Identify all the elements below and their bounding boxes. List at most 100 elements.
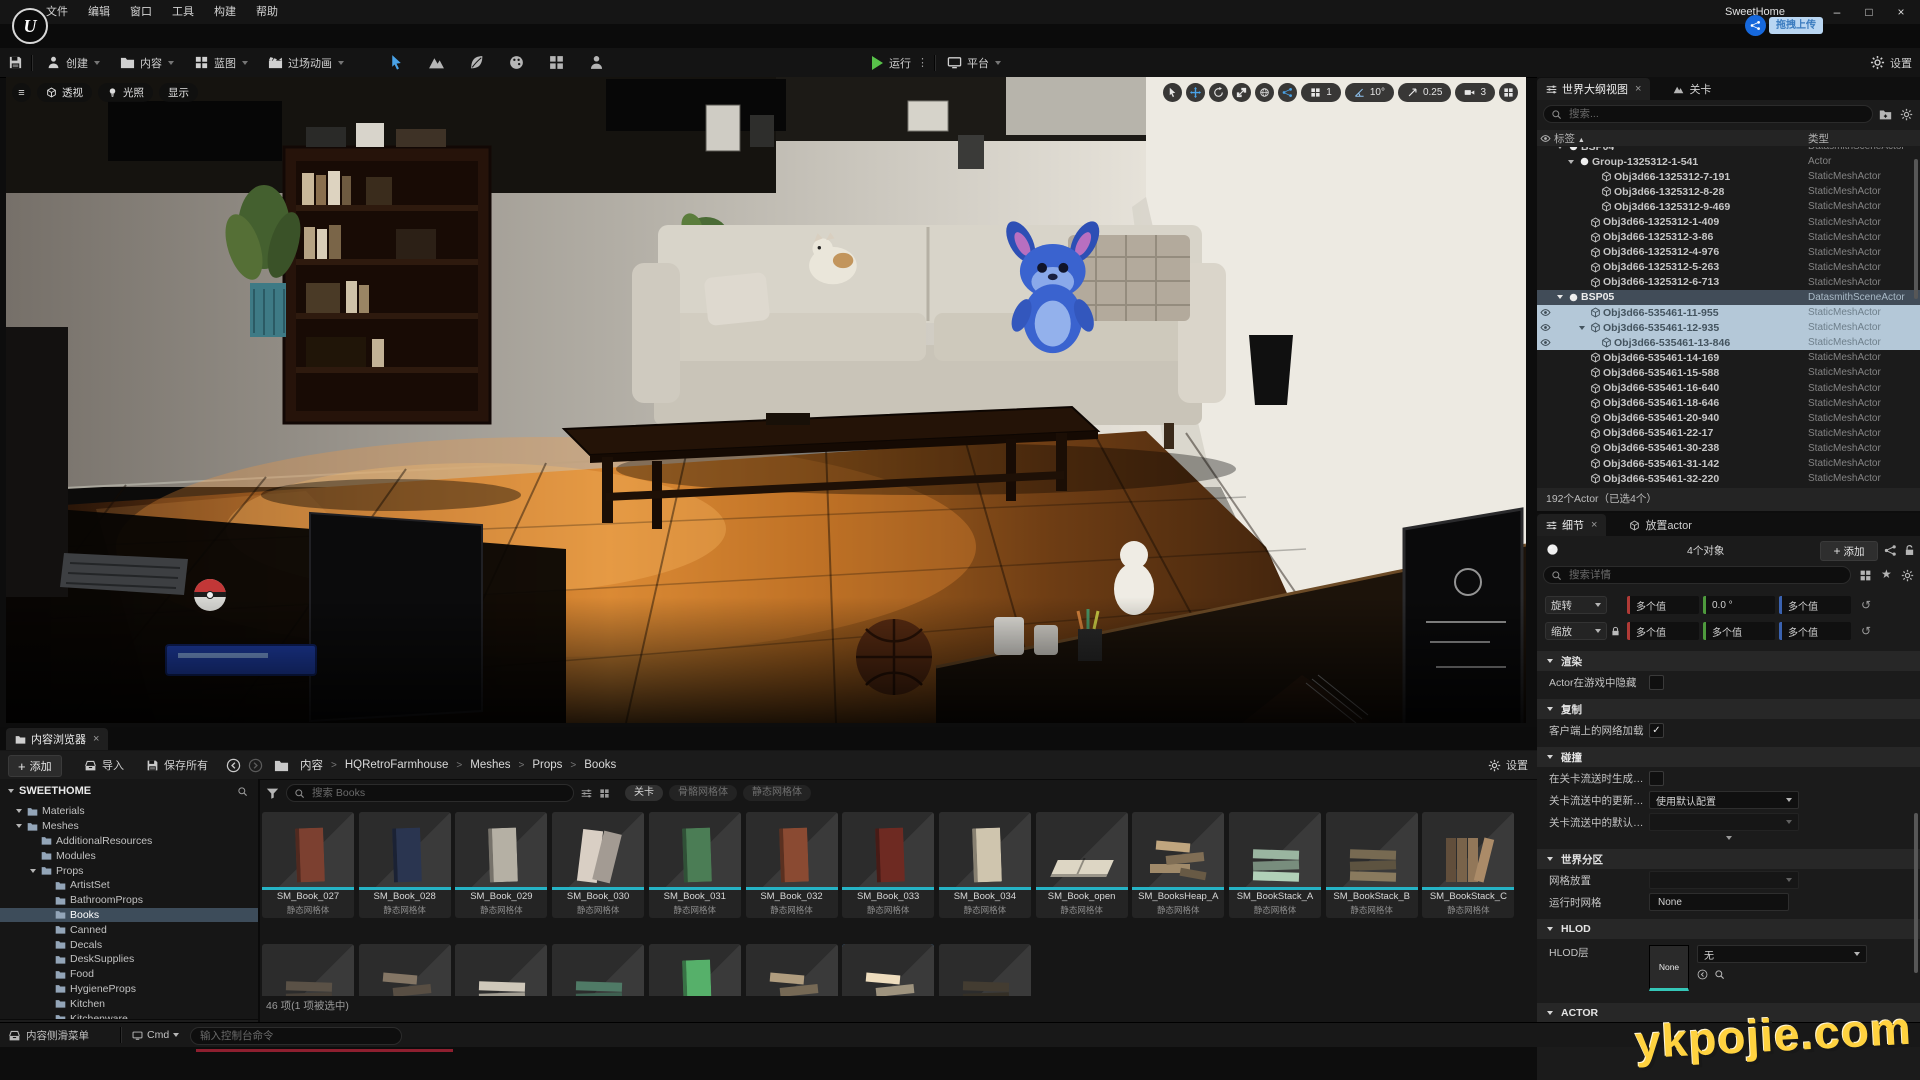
console-input-box[interactable] bbox=[190, 1027, 402, 1045]
upload-extension-badge[interactable]: 拖拽上传 bbox=[1745, 15, 1823, 36]
outliner-row[interactable]: Obj3d66-1325312-3-86StaticMeshActor bbox=[1537, 230, 1920, 245]
display-filter-icon[interactable] bbox=[1859, 569, 1872, 582]
close-tab-icon[interactable]: × bbox=[1591, 519, 1597, 531]
outliner-row[interactable]: Obj3d66-1325312-7-191StaticMeshActor bbox=[1537, 169, 1920, 184]
asset-tile[interactable] bbox=[649, 944, 741, 996]
view-list-icon[interactable] bbox=[581, 788, 592, 799]
scale-tool[interactable] bbox=[1232, 83, 1251, 102]
hlod-layer-dropdown[interactable]: 无 bbox=[1697, 945, 1867, 963]
viewport[interactable]: ≡ 透视 光照 显示 1 10° 0.25 bbox=[6, 77, 1526, 723]
content-button[interactable]: 内容 bbox=[114, 48, 180, 77]
menu-item-5[interactable]: 帮助 bbox=[248, 0, 286, 24]
back-icon[interactable] bbox=[226, 758, 241, 773]
visibility-column-icon[interactable] bbox=[1540, 133, 1551, 144]
hlod-thumbnail[interactable]: None bbox=[1649, 945, 1689, 991]
close-button[interactable]: × bbox=[1886, 1, 1916, 23]
section-header-复制[interactable]: 复制 bbox=[1537, 699, 1920, 719]
tab-details[interactable]: 细节× bbox=[1537, 514, 1606, 536]
outliner-row[interactable]: Obj3d66-535461-12-935StaticMeshActor bbox=[1537, 320, 1920, 335]
close-tab-icon[interactable]: × bbox=[1635, 83, 1641, 95]
asset-tile-SM_Book_028[interactable]: SM_Book_028静态网格体 bbox=[359, 812, 451, 918]
breadcrumb-item-4[interactable]: Books bbox=[584, 759, 616, 771]
rotation-snap-control[interactable]: 10° bbox=[1345, 83, 1394, 102]
maximize-viewport-button[interactable] bbox=[1499, 83, 1518, 102]
transform-axis-selector[interactable]: 缩放 bbox=[1545, 622, 1607, 640]
asset-tile-SM_Book_029[interactable]: SM_Book_029静态网格体 bbox=[455, 812, 547, 918]
asset-tile[interactable] bbox=[552, 944, 644, 996]
maximize-button[interactable]: □ bbox=[1854, 1, 1884, 23]
grid-snap-control[interactable]: 1 bbox=[1301, 83, 1341, 102]
folder-tree-item-bathroomprops[interactable]: BathroomProps bbox=[0, 893, 258, 908]
view-mode-selector[interactable]: 光照 bbox=[98, 83, 153, 102]
scale-snap-control[interactable]: 0.25 bbox=[1398, 83, 1451, 102]
outliner-row[interactable]: Obj3d66-535461-11-955StaticMeshActor bbox=[1537, 305, 1920, 320]
show-menu[interactable]: 显示 bbox=[159, 83, 198, 102]
surface-snap-toggle[interactable] bbox=[1278, 83, 1297, 102]
forward-icon[interactable] bbox=[248, 758, 263, 773]
asset-tile-SM_Book_032[interactable]: SM_Book_032静态网格体 bbox=[746, 812, 838, 918]
foliage-mode-icon[interactable] bbox=[468, 54, 485, 71]
filter-chip-0[interactable]: 关卡 bbox=[625, 785, 663, 801]
folder-tree-item-desksupplies[interactable]: DeskSupplies bbox=[0, 952, 258, 967]
reset-to-default-icon[interactable]: ↺ bbox=[1861, 624, 1871, 638]
world-local-toggle[interactable] bbox=[1255, 83, 1274, 102]
folder-tree-item-meshes[interactable]: Meshes bbox=[0, 819, 258, 834]
outliner-row[interactable]: Obj3d66-1325312-9-469StaticMeshActor bbox=[1537, 199, 1920, 214]
create-button[interactable]: 创建 bbox=[40, 48, 106, 77]
outliner-row[interactable]: Obj3d66-1325312-5-263StaticMeshActor bbox=[1537, 260, 1920, 275]
play-options-icon[interactable]: ⋮ bbox=[917, 56, 928, 69]
section-header-HLOD[interactable]: HLOD bbox=[1537, 919, 1920, 939]
outliner-row[interactable]: BSP05DatasmithSceneActor bbox=[1537, 290, 1920, 305]
fracture-mode-icon[interactable] bbox=[548, 54, 565, 71]
select-tool[interactable] bbox=[1163, 83, 1182, 102]
tab-world-outliner[interactable]: 世界大纲视图× bbox=[1537, 78, 1650, 100]
mesh-paint-mode-icon[interactable] bbox=[508, 54, 525, 71]
details-scrollbar[interactable] bbox=[1914, 813, 1918, 973]
new-folder-icon[interactable] bbox=[1879, 108, 1892, 121]
asset-tile-SM_Book_033[interactable]: SM_Book_033静态网格体 bbox=[842, 812, 934, 918]
asset-tile-SM_BookStack_A[interactable]: SM_BookStack_A静态网格体 bbox=[1229, 812, 1321, 918]
outliner-row[interactable]: Obj3d66-535461-31-142StaticMeshActor bbox=[1537, 456, 1920, 471]
outliner-row[interactable]: Obj3d66-535461-20-940StaticMeshActor bbox=[1537, 411, 1920, 426]
transform-value-field[interactable]: 多个值 bbox=[1627, 596, 1699, 614]
editor-settings-button[interactable]: 设置 bbox=[1870, 48, 1912, 77]
viewport-options-icon[interactable]: ≡ bbox=[12, 83, 31, 102]
outliner-row[interactable]: Obj3d66-535461-32-220StaticMeshActor bbox=[1537, 471, 1920, 486]
outliner-search-input[interactable] bbox=[1567, 107, 1865, 121]
favorites-star-icon[interactable]: ★ bbox=[1881, 567, 1892, 581]
reset-to-default-icon[interactable]: ↺ bbox=[1861, 598, 1871, 612]
details-search-input[interactable] bbox=[1567, 568, 1843, 582]
animation-mode-icon[interactable] bbox=[588, 54, 605, 71]
folder-tree-item-canned[interactable]: Canned bbox=[0, 922, 258, 937]
save-all-button[interactable]: 保存所有 bbox=[146, 751, 208, 779]
blueprint-node-icon[interactable] bbox=[1884, 544, 1897, 557]
folder-tree-item-additionalresources[interactable]: AdditionalResources bbox=[0, 834, 258, 849]
outliner-row[interactable]: Obj3d66-1325312-6-713StaticMeshActor bbox=[1537, 275, 1920, 290]
filter-funnel-icon[interactable] bbox=[266, 787, 279, 800]
section-header-渲染[interactable]: 渲染 bbox=[1537, 651, 1920, 671]
transform-value-field[interactable]: 多个值 bbox=[1779, 596, 1851, 614]
details-settings-icon[interactable] bbox=[1901, 569, 1914, 582]
outliner-scrollbar[interactable] bbox=[1914, 159, 1918, 299]
outliner-row[interactable]: Obj3d66-1325312-8-28StaticMeshActor bbox=[1537, 184, 1920, 199]
landscape-mode-icon[interactable] bbox=[428, 54, 445, 71]
folder-tree-item-hygieneprops[interactable]: HygieneProps bbox=[0, 982, 258, 997]
folder-tree-item-kitchen[interactable]: Kitchen bbox=[0, 996, 258, 1011]
tab-place-actors[interactable]: 放置actor bbox=[1620, 514, 1700, 536]
folder-tree-item-props[interactable]: Props bbox=[0, 863, 258, 878]
section-header-碰撞[interactable]: 碰撞 bbox=[1537, 747, 1920, 767]
close-tab-icon[interactable]: × bbox=[93, 733, 99, 745]
breadcrumb-item-0[interactable]: 内容 bbox=[300, 757, 323, 773]
menu-item-1[interactable]: 编辑 bbox=[80, 0, 118, 24]
camera-speed-control[interactable]: 3 bbox=[1455, 83, 1495, 102]
asset-tile-SM_BooksHeap_A[interactable]: SM_BooksHeap_A静态网格体 bbox=[1132, 812, 1224, 918]
section-expander[interactable] bbox=[1537, 833, 1920, 843]
tab-content-browser[interactable]: 内容浏览器× bbox=[6, 728, 108, 750]
play-label[interactable]: 运行 bbox=[889, 55, 911, 71]
details-search[interactable] bbox=[1543, 566, 1851, 584]
outliner-row[interactable]: Obj3d66-1325312-1-409StaticMeshActor bbox=[1537, 214, 1920, 229]
add-component-button[interactable]: +添加 bbox=[1820, 541, 1878, 561]
transform-axis-selector[interactable]: 旋转 bbox=[1545, 596, 1607, 614]
asset-tile-SM_Book_030[interactable]: SM_Book_030静态网格体 bbox=[552, 812, 644, 918]
view-tiles-icon[interactable] bbox=[599, 788, 610, 799]
